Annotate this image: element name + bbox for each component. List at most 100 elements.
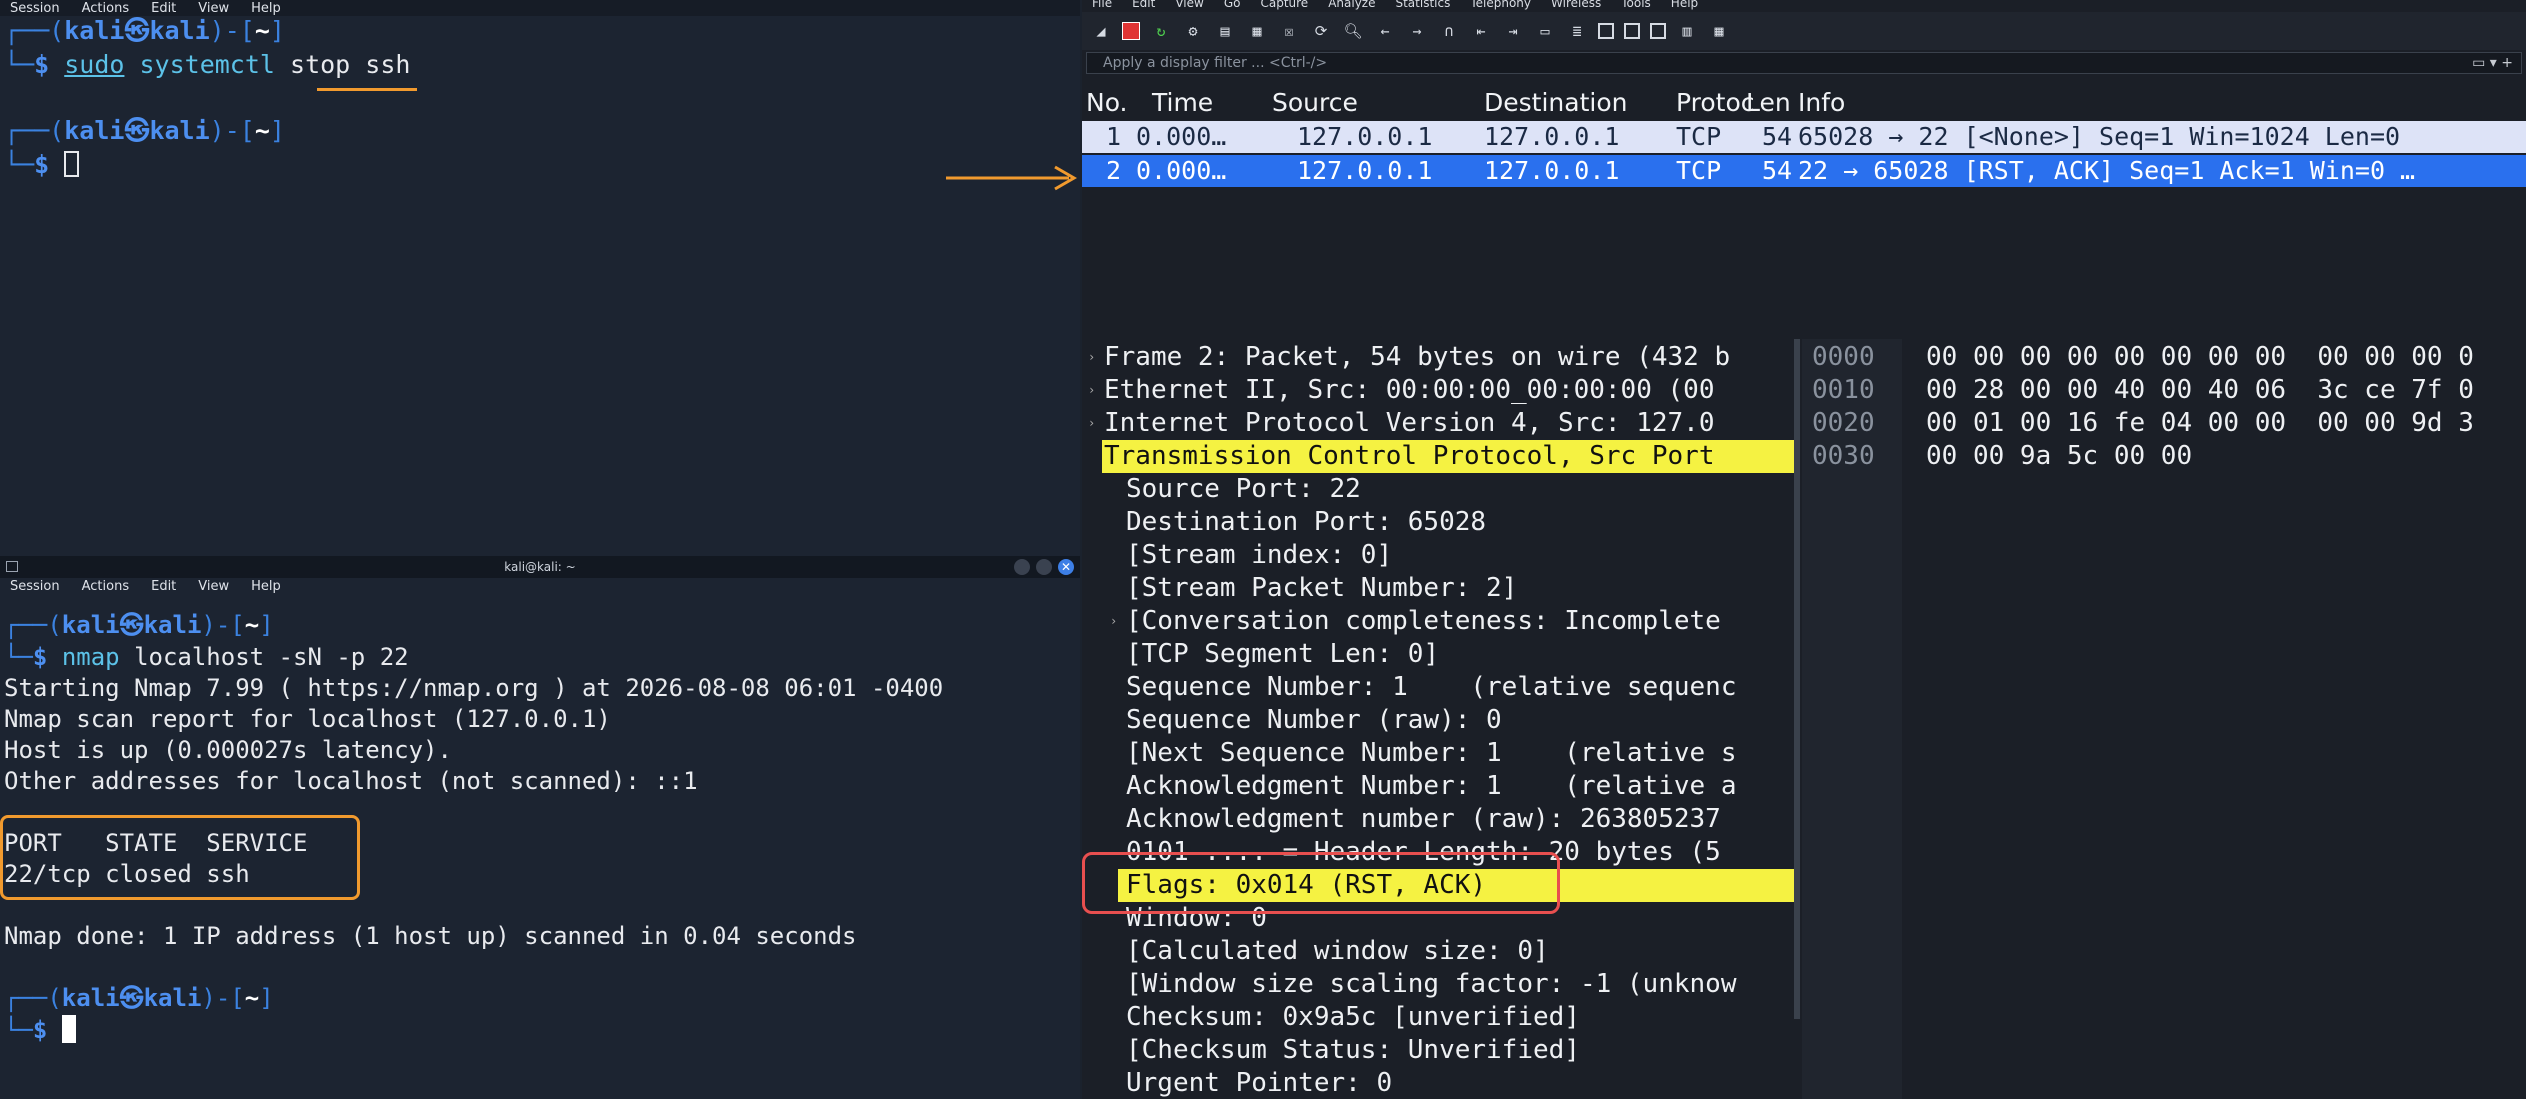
first-packet-icon[interactable]: ⇤	[1470, 20, 1492, 42]
tree-field[interactable]: Urgent Pointer: 0	[1082, 1067, 1796, 1099]
output-line: Nmap done: 1 IP address (1 host up) scan…	[4, 922, 857, 950]
maximize-button[interactable]	[1036, 559, 1052, 575]
autoscroll-icon[interactable]: ▭	[1534, 20, 1556, 42]
prompt-line: ┌──(kali㉿kali)-[~]	[4, 16, 285, 45]
go-to-packet-icon[interactable]: ∩	[1438, 20, 1460, 42]
col-destination[interactable]: Destination	[1484, 88, 1627, 117]
tree-field[interactable]: Sequence Number (raw): 0	[1082, 704, 1796, 737]
col-no[interactable]: No.	[1086, 88, 1128, 117]
menu-capture[interactable]: Capture	[1260, 0, 1308, 12]
tree-field[interactable]: [Window size scaling factor: -1 (unknow	[1082, 968, 1796, 1001]
output-line: Host is up (0.000027s latency).	[4, 736, 452, 764]
details-scrollbar[interactable]	[1794, 339, 1800, 1019]
tree-item[interactable]: › Ethernet II, Src: 00:00:00_00:00:00 (00	[1082, 374, 1796, 407]
colorize-icon[interactable]: ≣	[1566, 20, 1588, 42]
terminal-cursor	[61, 1015, 76, 1043]
tree-field[interactable]: Checksum: 0x9a5c [unverified]	[1082, 1001, 1796, 1034]
tree-field[interactable]: Source Port: 22	[1082, 473, 1796, 506]
tree-field[interactable]: Acknowledgment number (raw): 263805237	[1082, 803, 1796, 836]
col-time[interactable]: Time	[1152, 88, 1213, 117]
open-file-icon[interactable]: ▤	[1214, 20, 1236, 42]
packet-bytes-pane[interactable]: 0000 00 00 00 00 00 00 00 00 00 00 00 0 0…	[1802, 339, 2526, 1099]
zoom-out-icon[interactable]	[1624, 23, 1640, 39]
go-back-icon[interactable]: ←	[1374, 20, 1396, 42]
prompt-line: ┌──(kali㉿kali)-[~]	[4, 984, 274, 1012]
packet-row-selected[interactable]: 2 0.000… 127.0.0.1 127.0.0.1 TCP 54 22 →…	[1082, 155, 2526, 187]
prompt-line: ┌──(kali㉿kali)-[~]	[4, 116, 285, 145]
zoom-in-icon[interactable]	[1598, 23, 1614, 39]
save-file-icon[interactable]: ▦	[1246, 20, 1268, 42]
wireshark-menubar: File Edit View Go Capture Analyze Statis…	[1082, 0, 2526, 12]
menu-edit[interactable]: Edit	[151, 1, 176, 16]
menu-help[interactable]: Help	[251, 579, 281, 594]
prompt-line: ┌──(kali㉿kali)-[~]	[4, 611, 274, 639]
tree-item[interactable]: › [Conversation completeness: Incomplete	[1082, 605, 1796, 638]
menu-session[interactable]: Session	[10, 579, 60, 594]
wireshark-window[interactable]: File Edit View Go Capture Analyze Statis…	[1082, 0, 2526, 1099]
col-info[interactable]: Info	[1798, 88, 1845, 117]
output-line: Other addresses for localhost (not scann…	[4, 767, 698, 795]
shark-fin-start-icon[interactable]: ◢	[1090, 20, 1112, 42]
close-icon[interactable]: ✕	[1058, 559, 1074, 575]
menu-file[interactable]: File	[1092, 0, 1112, 12]
menu-view[interactable]: View	[198, 1, 229, 16]
reload-icon[interactable]: ⟳	[1310, 20, 1332, 42]
filter-placeholder: Apply a display filter ... <Ctrl-/>	[1103, 55, 1328, 71]
tree-field[interactable]: Acknowledgment Number: 1 (relative a	[1082, 770, 1796, 803]
resize-columns-icon[interactable]: ▥	[1676, 20, 1698, 42]
menu-go[interactable]: Go	[1224, 0, 1241, 12]
menu-analyze[interactable]: Analyze	[1328, 0, 1375, 12]
menu-actions[interactable]: Actions	[82, 1, 130, 16]
wireshark-toolbar: ◢ ↻ ⚙ ▤ ▦ ☒ ⟳ 🔍︎ ← → ∩ ⇤ ⇥ ▭ ≣ ▥ ▦	[1082, 12, 2526, 50]
stop-capture-icon[interactable]	[1122, 22, 1140, 40]
terminal-top-window[interactable]: Session Actions Edit View Help ┌──(kali㉿…	[0, 0, 1080, 556]
tree-item-tcp-expanded[interactable]: Transmission Control Protocol, Src Port	[1102, 440, 1796, 473]
capture-options-icon[interactable]: ⚙	[1182, 20, 1204, 42]
col-protocol[interactable]: Protoc	[1676, 88, 1755, 117]
menu-view[interactable]: View	[198, 579, 229, 594]
menu-session[interactable]: Session	[10, 1, 60, 16]
tree-field[interactable]: Sequence Number: 1 (relative sequenc	[1082, 671, 1796, 704]
packet-details-pane[interactable]: › Frame 2: Packet, 54 bytes on wire (432 …	[1082, 339, 1796, 1099]
menu-tools[interactable]: Tools	[1621, 0, 1651, 12]
tree-item[interactable]: › Frame 2: Packet, 54 bytes on wire (432 …	[1082, 341, 1796, 374]
close-file-icon[interactable]: ☒	[1278, 20, 1300, 42]
menu-edit[interactable]: Edit	[151, 579, 176, 594]
menu-telephony[interactable]: Telephony	[1470, 0, 1531, 12]
menu-help[interactable]: Help	[1671, 0, 1698, 12]
tree-field[interactable]: [Stream Packet Number: 2]	[1082, 572, 1796, 605]
terminal-cursor	[64, 151, 80, 177]
command-line[interactable]: └─$	[4, 1015, 76, 1045]
menu-actions[interactable]: Actions	[82, 579, 130, 594]
tree-field[interactable]: Destination Port: 65028	[1082, 506, 1796, 539]
last-packet-icon[interactable]: ⇥	[1502, 20, 1524, 42]
restart-capture-icon[interactable]: ↻	[1150, 20, 1172, 42]
menu-edit[interactable]: Edit	[1132, 0, 1155, 12]
find-packet-icon[interactable]: 🔍︎	[1342, 20, 1364, 42]
command-line: └─$ nmap localhost -sN -p 22	[4, 643, 409, 671]
packet-row[interactable]: 1 0.000… 127.0.0.1 127.0.0.1 TCP 54 6502…	[1082, 121, 2526, 153]
tree-field[interactable]: [Next Sequence Number: 1 (relative s	[1082, 737, 1796, 770]
terminal-titlebar[interactable]: kali@kali: ~ ✕	[0, 556, 1080, 578]
tree-field[interactable]: [Stream index: 0]	[1082, 539, 1796, 572]
command-line: └─$ sudo systemctl stop ssh	[4, 50, 411, 79]
menu-view[interactable]: View	[1175, 0, 1203, 12]
col-source[interactable]: Source	[1272, 88, 1358, 117]
tree-item[interactable]: › Internet Protocol Version 4, Src: 127.0	[1082, 407, 1796, 440]
tree-field[interactable]: [Calculated window size: 0]	[1082, 935, 1796, 968]
menu-help[interactable]: Help	[251, 1, 281, 16]
menu-statistics[interactable]: Statistics	[1395, 0, 1450, 12]
go-forward-icon[interactable]: →	[1406, 20, 1428, 42]
display-filter-input[interactable]: Apply a display filter ... <Ctrl-/> ▭ ▾ …	[1086, 52, 2522, 74]
output-line: Starting Nmap 7.99 ( https://nmap.org ) …	[4, 674, 944, 702]
command-line[interactable]: └─$	[4, 150, 80, 180]
col-length[interactable]: Len	[1746, 88, 1791, 117]
normal-size-icon[interactable]	[1650, 23, 1666, 39]
layout-icon[interactable]: ▦	[1708, 20, 1730, 42]
tree-field[interactable]: [TCP Segment Len: 0]	[1082, 638, 1796, 671]
filter-bookmark-icon[interactable]: ▭ ▾ +	[2472, 55, 2513, 71]
minimize-button[interactable]	[1014, 559, 1030, 575]
tree-field[interactable]: [Checksum Status: Unverified]	[1082, 1034, 1796, 1067]
annotation-box-flags	[1082, 852, 1560, 914]
menu-wireless[interactable]: Wireless	[1551, 0, 1601, 12]
